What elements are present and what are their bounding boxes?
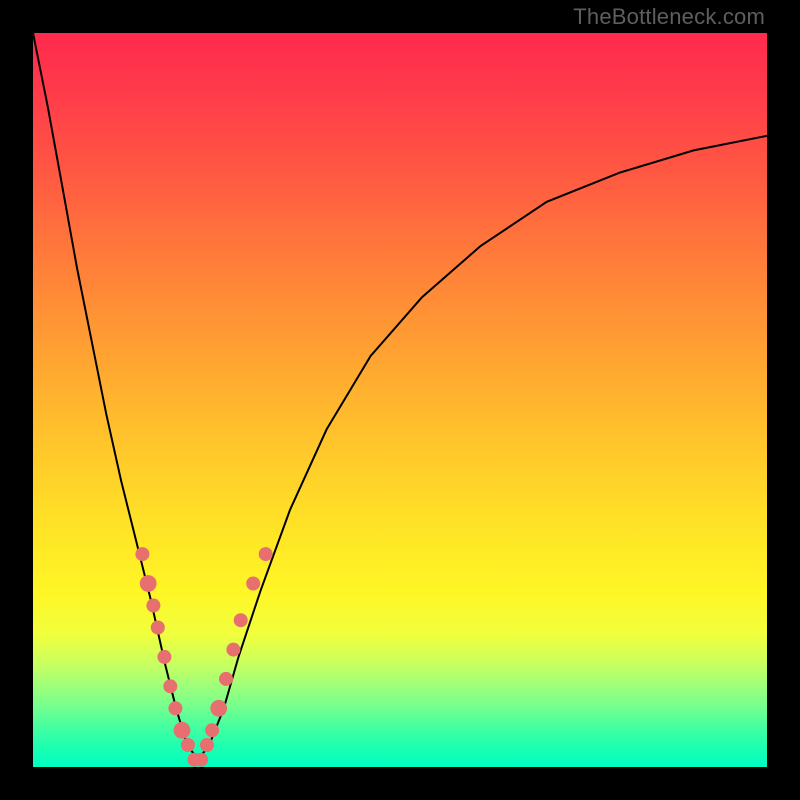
curve-marker	[210, 700, 227, 717]
curve-marker	[246, 577, 260, 591]
curve-marker	[146, 599, 160, 613]
curve-svg	[33, 33, 767, 767]
curve-marker	[181, 738, 195, 752]
watermark-text: TheBottleneck.com	[573, 4, 765, 30]
curve-marker	[135, 547, 149, 561]
curve-marker	[205, 723, 219, 737]
curve-marker	[163, 679, 177, 693]
curve-marker	[219, 672, 233, 686]
curve-marker	[174, 722, 191, 739]
curve-marker	[200, 738, 214, 752]
curve-marker	[259, 547, 273, 561]
curve-marker	[168, 701, 182, 715]
plot-area	[33, 33, 767, 767]
curve-marker	[234, 613, 248, 627]
curve-markers	[135, 547, 272, 767]
curve-marker	[194, 753, 208, 767]
curve-marker	[226, 643, 240, 657]
curve-marker	[157, 650, 171, 664]
curve-marker	[140, 575, 157, 592]
chart-frame: TheBottleneck.com	[0, 0, 800, 800]
bottleneck-curve	[33, 33, 767, 760]
curve-marker	[151, 621, 165, 635]
